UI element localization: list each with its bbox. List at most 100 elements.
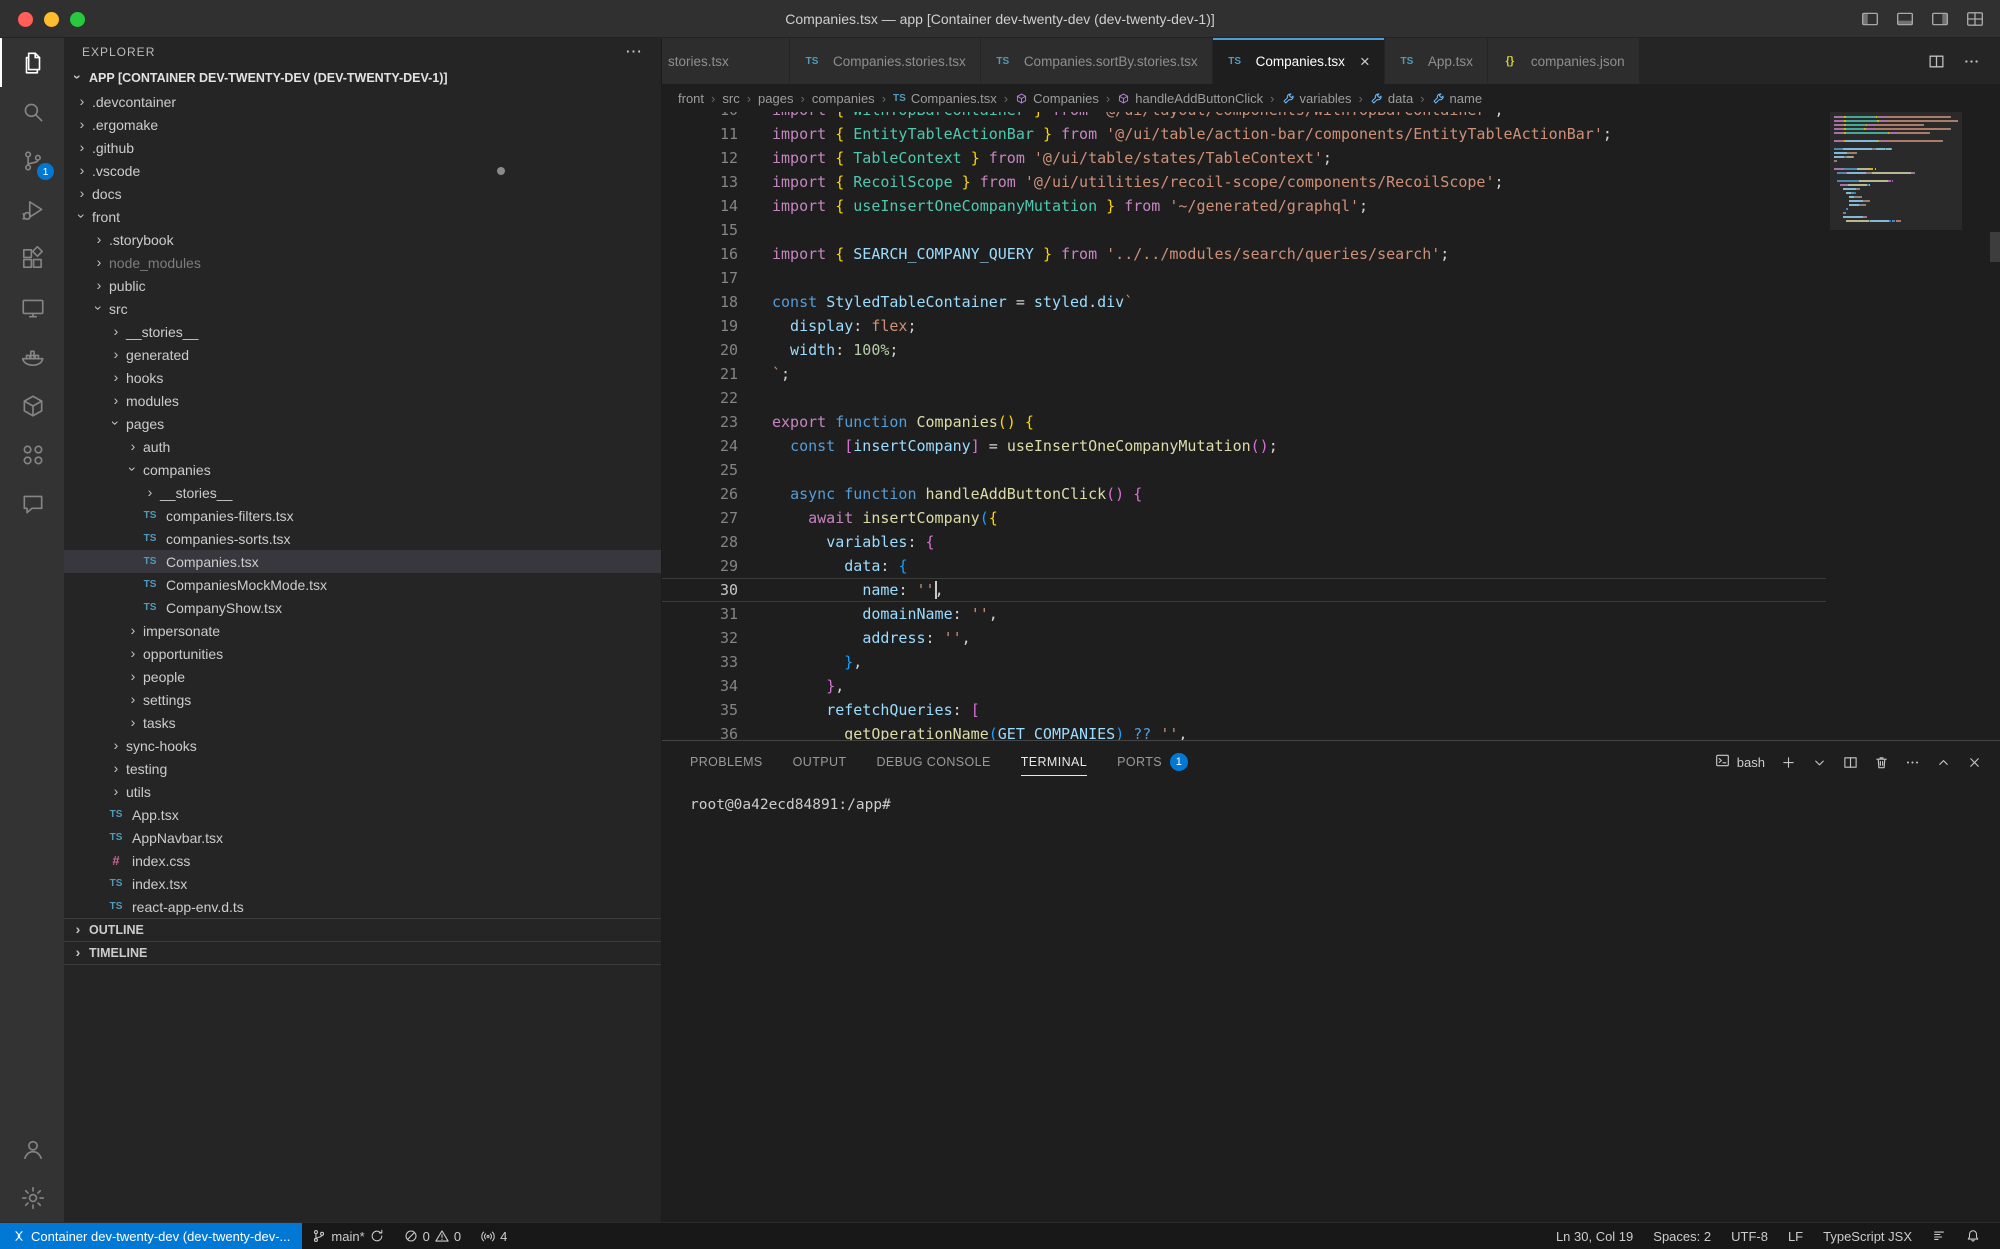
activity-item-run-debug[interactable]: [0, 185, 64, 234]
split-editor-icon[interactable]: [1928, 53, 1945, 70]
code-line-27[interactable]: 27 await insertCompany({: [662, 506, 1826, 530]
code-line-14[interactable]: 14import { useInsertOneCompanyMutation }…: [662, 194, 1826, 218]
breadcrumb-item[interactable]: data: [1370, 91, 1413, 106]
scrollbar[interactable]: [1990, 232, 2000, 262]
tree-item-CompanyShow.tsx[interactable]: TSCompanyShow.tsx: [64, 596, 661, 619]
code-line-28[interactable]: 28 variables: {: [662, 530, 1826, 554]
code-line-35[interactable]: 35 refetchQueries: [: [662, 698, 1826, 722]
activity-item-source-control[interactable]: 1: [0, 136, 64, 185]
remote-indicator[interactable]: Container dev-twenty-dev (dev-twenty-dev…: [0, 1223, 302, 1249]
eol[interactable]: LF: [1778, 1223, 1813, 1249]
tree-item-public[interactable]: ›public: [64, 274, 661, 297]
tree-item-companies-sorts.tsx[interactable]: TScompanies-sorts.tsx: [64, 527, 661, 550]
breadcrumb-item[interactable]: variables: [1282, 91, 1352, 106]
tree-item-people[interactable]: ›people: [64, 665, 661, 688]
code-line-23[interactable]: 23export function Companies() {: [662, 410, 1826, 434]
breadcrumb-item[interactable]: companies: [812, 91, 875, 106]
tree-item-utils[interactable]: ›utils: [64, 780, 661, 803]
tab-App.tsx[interactable]: TSApp.tsx: [1385, 38, 1488, 84]
tab-stories.tsx[interactable]: stories.tsx: [662, 38, 790, 84]
tree-item-sync-hooks[interactable]: ›sync-hooks: [64, 734, 661, 757]
prettier-status[interactable]: [1922, 1223, 1956, 1249]
activity-item-test-explorer[interactable]: [0, 430, 64, 479]
tree-item-__stories__[interactable]: ›__stories__: [64, 481, 661, 504]
tree-item-.storybook[interactable]: ›.storybook: [64, 228, 661, 251]
terminal[interactable]: root@0a42ecd84891:/app#: [662, 783, 2000, 1222]
trash-icon[interactable]: [1874, 755, 1889, 770]
code-line-16[interactable]: 16import { SEARCH_COMPANY_QUERY } from '…: [662, 242, 1826, 266]
minimize-window-button[interactable]: [44, 12, 59, 27]
tree-item-tasks[interactable]: ›tasks: [64, 711, 661, 734]
code-line-33[interactable]: 33 },: [662, 650, 1826, 674]
timeline-section[interactable]: › TIMELINE: [64, 941, 661, 964]
code-line-36[interactable]: 36 getOperationName(GET_COMPANIES) ?? ''…: [662, 722, 1826, 740]
split-icon[interactable]: [1843, 755, 1858, 770]
tree-item-front[interactable]: ›front: [64, 205, 661, 228]
activity-item-docker[interactable]: [0, 332, 64, 381]
tree-item-react-app-env.d.ts[interactable]: TSreact-app-env.d.ts: [64, 895, 661, 918]
breadcrumb-item[interactable]: handleAddButtonClick: [1117, 91, 1263, 106]
explorer-section-header[interactable]: › APP [CONTAINER DEV-TWENTY-DEV (DEV-TWE…: [64, 66, 661, 90]
code-line-31[interactable]: 31 domainName: '',: [662, 602, 1826, 626]
panel-tab-debug-console[interactable]: DEBUG CONSOLE: [876, 741, 990, 783]
branch-status[interactable]: main*: [302, 1223, 393, 1249]
panel-tab-problems[interactable]: PROBLEMS: [690, 741, 763, 783]
tree-item-modules[interactable]: ›modules: [64, 389, 661, 412]
cursor-position[interactable]: Ln 30, Col 19: [1546, 1223, 1643, 1249]
activity-item-settings[interactable]: [0, 1173, 64, 1222]
layout-panel-icon[interactable]: [1896, 10, 1914, 28]
tree-item-node_modules[interactable]: ›node_modules: [64, 251, 661, 274]
tree-item-companies[interactable]: ›companies: [64, 458, 661, 481]
code-line-18[interactable]: 18const StyledTableContainer = styled.di…: [662, 290, 1826, 314]
tree-item-index.tsx[interactable]: TSindex.tsx: [64, 872, 661, 895]
ports-status[interactable]: 4: [471, 1223, 517, 1249]
code-line-22[interactable]: 22: [662, 386, 1826, 410]
tree-item-index.css[interactable]: #index.css: [64, 849, 661, 872]
tree-item-.ergomake[interactable]: ›.ergomake: [64, 113, 661, 136]
layout-left-icon[interactable]: [1861, 10, 1879, 28]
code-line-21[interactable]: 21`;: [662, 362, 1826, 386]
outline-section[interactable]: › OUTLINE: [64, 918, 661, 941]
close-icon[interactable]: ×: [1360, 53, 1370, 70]
code-line-11[interactable]: 11import { EntityTableActionBar } from '…: [662, 122, 1826, 146]
code-line-10[interactable]: 10import { WithTopBarContainer } from '@…: [662, 112, 1826, 122]
more-actions-icon[interactable]: [1963, 53, 1980, 70]
tree-item-AppNavbar.tsx[interactable]: TSAppNavbar.tsx: [64, 826, 661, 849]
tree-item-.vscode[interactable]: ›.vscode: [64, 159, 661, 182]
code-line-17[interactable]: 17: [662, 266, 1826, 290]
chevron-down-icon[interactable]: [1812, 755, 1827, 770]
code-line-30[interactable]: 30 name: '',: [662, 578, 1826, 602]
code-line-34[interactable]: 34 },: [662, 674, 1826, 698]
tab-Companies.tsx[interactable]: TSCompanies.tsx×: [1213, 38, 1385, 84]
tree-item-testing[interactable]: ›testing: [64, 757, 661, 780]
problems-status[interactable]: 00: [394, 1223, 471, 1249]
tree-item-src[interactable]: ›src: [64, 297, 661, 320]
code-line-15[interactable]: 15: [662, 218, 1826, 242]
breadcrumb-item[interactable]: src: [722, 91, 739, 106]
breadcrumb-item[interactable]: Companies: [1015, 91, 1099, 106]
breadcrumb-item[interactable]: name: [1432, 91, 1483, 106]
tree-item-companies-filters.tsx[interactable]: TScompanies-filters.tsx: [64, 504, 661, 527]
tab-companies.json[interactable]: {}companies.json: [1488, 38, 1640, 84]
layout-right-icon[interactable]: [1931, 10, 1949, 28]
code-editor[interactable]: 10import { WithTopBarContainer } from '@…: [662, 112, 2000, 740]
code-line-25[interactable]: 25: [662, 458, 1826, 482]
indentation[interactable]: Spaces: 2: [1643, 1223, 1721, 1249]
tree-item-App.tsx[interactable]: TSApp.tsx: [64, 803, 661, 826]
code-line-32[interactable]: 32 address: '',: [662, 626, 1826, 650]
tab-Companies.sortBy.stories.tsx[interactable]: TSCompanies.sortBy.stories.tsx: [981, 38, 1213, 84]
tree-item-.devcontainer[interactable]: ›.devcontainer: [64, 90, 661, 113]
activity-item-explorer[interactable]: [0, 38, 64, 87]
code-line-26[interactable]: 26 async function handleAddButtonClick()…: [662, 482, 1826, 506]
ellipsis-icon[interactable]: [1905, 755, 1920, 770]
tree-item-Companies.tsx[interactable]: TSCompanies.tsx: [64, 550, 661, 573]
activity-item-remote-explorer[interactable]: [0, 283, 64, 332]
plus-icon[interactable]: [1781, 755, 1796, 770]
tree-item-docs[interactable]: ›docs: [64, 182, 661, 205]
activity-item-accounts[interactable]: [0, 1124, 64, 1173]
tab-Companies.stories.tsx[interactable]: TSCompanies.stories.tsx: [790, 38, 981, 84]
tree-item-__stories__[interactable]: ›__stories__: [64, 320, 661, 343]
code-line-19[interactable]: 19 display: flex;: [662, 314, 1826, 338]
code-line-13[interactable]: 13import { RecoilScope } from '@/ui/util…: [662, 170, 1826, 194]
shell-selector[interactable]: bash: [1715, 753, 1765, 771]
